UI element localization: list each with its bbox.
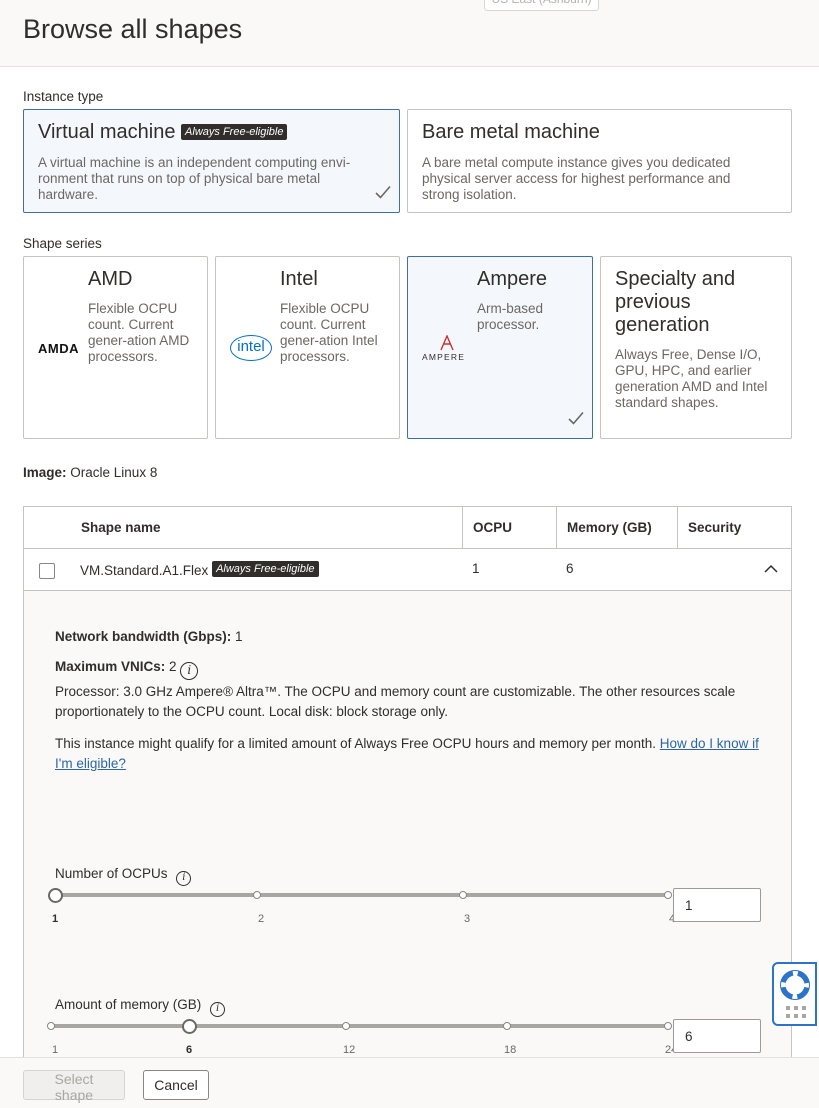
shape-series-intel[interactable]: intel Intel Flexible OCPU count. Current…: [215, 256, 400, 439]
memory-slider-track[interactable]: [51, 1024, 671, 1028]
page-title: Browse all shapes: [23, 14, 243, 44]
ocpu-tick-label: 2: [258, 913, 265, 925]
amd-logo: AMDA: [38, 341, 79, 356]
cancel-button[interactable]: Cancel: [143, 1070, 209, 1100]
ocpu-slider-tick: [664, 891, 672, 899]
memory-cell: 6: [566, 561, 574, 576]
footer: Select shape Cancel: [0, 1057, 819, 1108]
shape-name-cell: VM.Standard.A1.Flex Always Free-eligible: [80, 561, 319, 578]
network-bandwidth: Network bandwidth (Gbps): 1: [55, 627, 243, 647]
help-widget[interactable]: [772, 962, 817, 1026]
instance-type-label: Instance type: [23, 89, 104, 104]
column-separator: [677, 507, 678, 549]
column-header-security[interactable]: Security: [688, 507, 741, 549]
network-bandwidth-value: 1: [235, 629, 243, 644]
ocpu-slider-tick: [459, 891, 467, 899]
shape-series-amd[interactable]: AMDA AMD Flexible OCPU count. Current ge…: [23, 256, 208, 439]
always-free-note: This instance might qualify for a limite…: [55, 734, 760, 774]
bare-metal-card-title: Bare metal machine: [422, 121, 600, 143]
specialty-card-title: Specialty and previous generation: [615, 268, 736, 336]
memory-tick-label: 1: [52, 1044, 59, 1056]
memory-slider-label: Amount of memory (GB): [55, 997, 202, 1012]
vm-card-description: A virtual machine is an independent comp…: [38, 155, 351, 202]
drag-handle-icon[interactable]: [786, 1006, 806, 1020]
instance-type-bare-metal[interactable]: Bare metal machine A bare metal compute …: [407, 109, 792, 213]
ampere-card-title: Ampere: [477, 268, 548, 290]
image-label: Image:: [23, 465, 67, 480]
amd-card-description: Flexible OCPU count. Current gener-ation…: [88, 301, 190, 364]
shape-series-label: Shape series: [23, 236, 102, 251]
memory-tick-label: 6: [186, 1044, 193, 1056]
memory-tick-label: 12: [343, 1044, 356, 1056]
ampere-card-description: Arm-based processor.: [477, 301, 544, 332]
ocpu-tick-label: 3: [464, 913, 471, 925]
select-shape-button[interactable]: Select shape: [23, 1070, 125, 1103]
memory-slider-tick: [47, 1022, 55, 1030]
row-select-checkbox[interactable]: [39, 563, 55, 579]
intel-card-title: Intel: [280, 268, 318, 290]
bare-metal-card-description: A bare metal compute instance gives you …: [422, 155, 731, 202]
memory-slider-tick: [342, 1022, 350, 1030]
always-free-note-text: This instance might qualify for a limite…: [55, 736, 657, 751]
image-value: Oracle Linux 8: [70, 465, 158, 480]
intel-card-description: Flexible OCPU count. Current gener-ation…: [280, 301, 378, 364]
ocpu-cell: 1: [472, 561, 480, 576]
ocpu-slider-label-row: Number of OCPUs i: [55, 864, 192, 886]
network-bandwidth-label: Network bandwidth (Gbps):: [55, 629, 232, 644]
shape-series-ampere[interactable]: AMPERE Ampere Arm-based processor.: [407, 256, 593, 439]
lifebuoy-icon: [780, 970, 810, 1000]
ocpu-count-input[interactable]: [673, 888, 761, 922]
column-separator: [556, 507, 557, 549]
info-icon[interactable]: i: [176, 871, 192, 886]
image-info: Image: Oracle Linux 8: [23, 465, 157, 480]
region-tab[interactable]: US East (Ashburn): [484, 0, 599, 11]
memory-slider-thumb[interactable]: [182, 1019, 197, 1034]
maximum-vnics-label: Maximum VNICs:: [55, 659, 166, 674]
always-free-badge: Always Free-eligible: [181, 124, 288, 140]
shapes-table: Shape name OCPU Memory (GB) Security VM.…: [23, 506, 792, 1067]
specialty-card-description: Always Free, Dense I/O, GPU, HPC, and ea…: [615, 347, 768, 410]
column-header-shape-name[interactable]: Shape name: [81, 507, 161, 549]
ocpu-tick-label: 1: [52, 913, 59, 925]
column-header-ocpu[interactable]: OCPU: [473, 507, 512, 549]
chevron-up-icon[interactable]: [764, 564, 778, 573]
amd-card-title: AMD: [88, 268, 133, 290]
shape-details-panel: Network bandwidth (Gbps): 1 Maximum VNIC…: [24, 591, 791, 1067]
ocpu-slider-thumb[interactable]: [48, 888, 63, 903]
maximum-vnics: Maximum VNICs: 2 i: [55, 657, 199, 680]
vm-card-title: Virtual machine Always Free-eligible: [38, 121, 288, 144]
checkmark-icon: [375, 185, 391, 199]
memory-slider-tick: [503, 1022, 511, 1030]
ocpu-slider-tick: [253, 891, 261, 899]
checkmark-icon: [568, 411, 584, 425]
info-icon[interactable]: i: [210, 1002, 226, 1017]
memory-slider-label-row: Amount of memory (GB) i: [55, 995, 226, 1017]
vm-title-text: Virtual machine: [38, 121, 176, 143]
ocpu-slider-track[interactable]: [51, 893, 671, 897]
memory-tick-label: 18: [504, 1044, 517, 1056]
info-icon[interactable]: i: [180, 662, 199, 680]
ampere-logo: AMPERE: [422, 352, 466, 362]
instance-type-virtual-machine[interactable]: Virtual machine Always Free-eligible A v…: [23, 109, 400, 213]
processor-description: Processor: 3.0 GHz Ampere® Altra™. The O…: [55, 684, 736, 719]
intel-logo: intel: [230, 335, 272, 361]
ampere-logo-mark: [440, 335, 454, 351]
memory-slider-tick: [664, 1022, 672, 1030]
shape-name: VM.Standard.A1.Flex: [80, 563, 209, 578]
maximum-vnics-value: 2: [169, 659, 177, 674]
memory-amount-input[interactable]: [673, 1019, 761, 1053]
ocpu-slider-label: Number of OCPUs: [55, 866, 168, 881]
column-header-memory[interactable]: Memory (GB): [567, 507, 652, 549]
header-divider: [24, 548, 791, 549]
shape-series-specialty[interactable]: Specialty and previous generation Always…: [600, 256, 792, 439]
always-free-badge: Always Free-eligible: [212, 561, 319, 577]
column-separator: [462, 507, 463, 549]
